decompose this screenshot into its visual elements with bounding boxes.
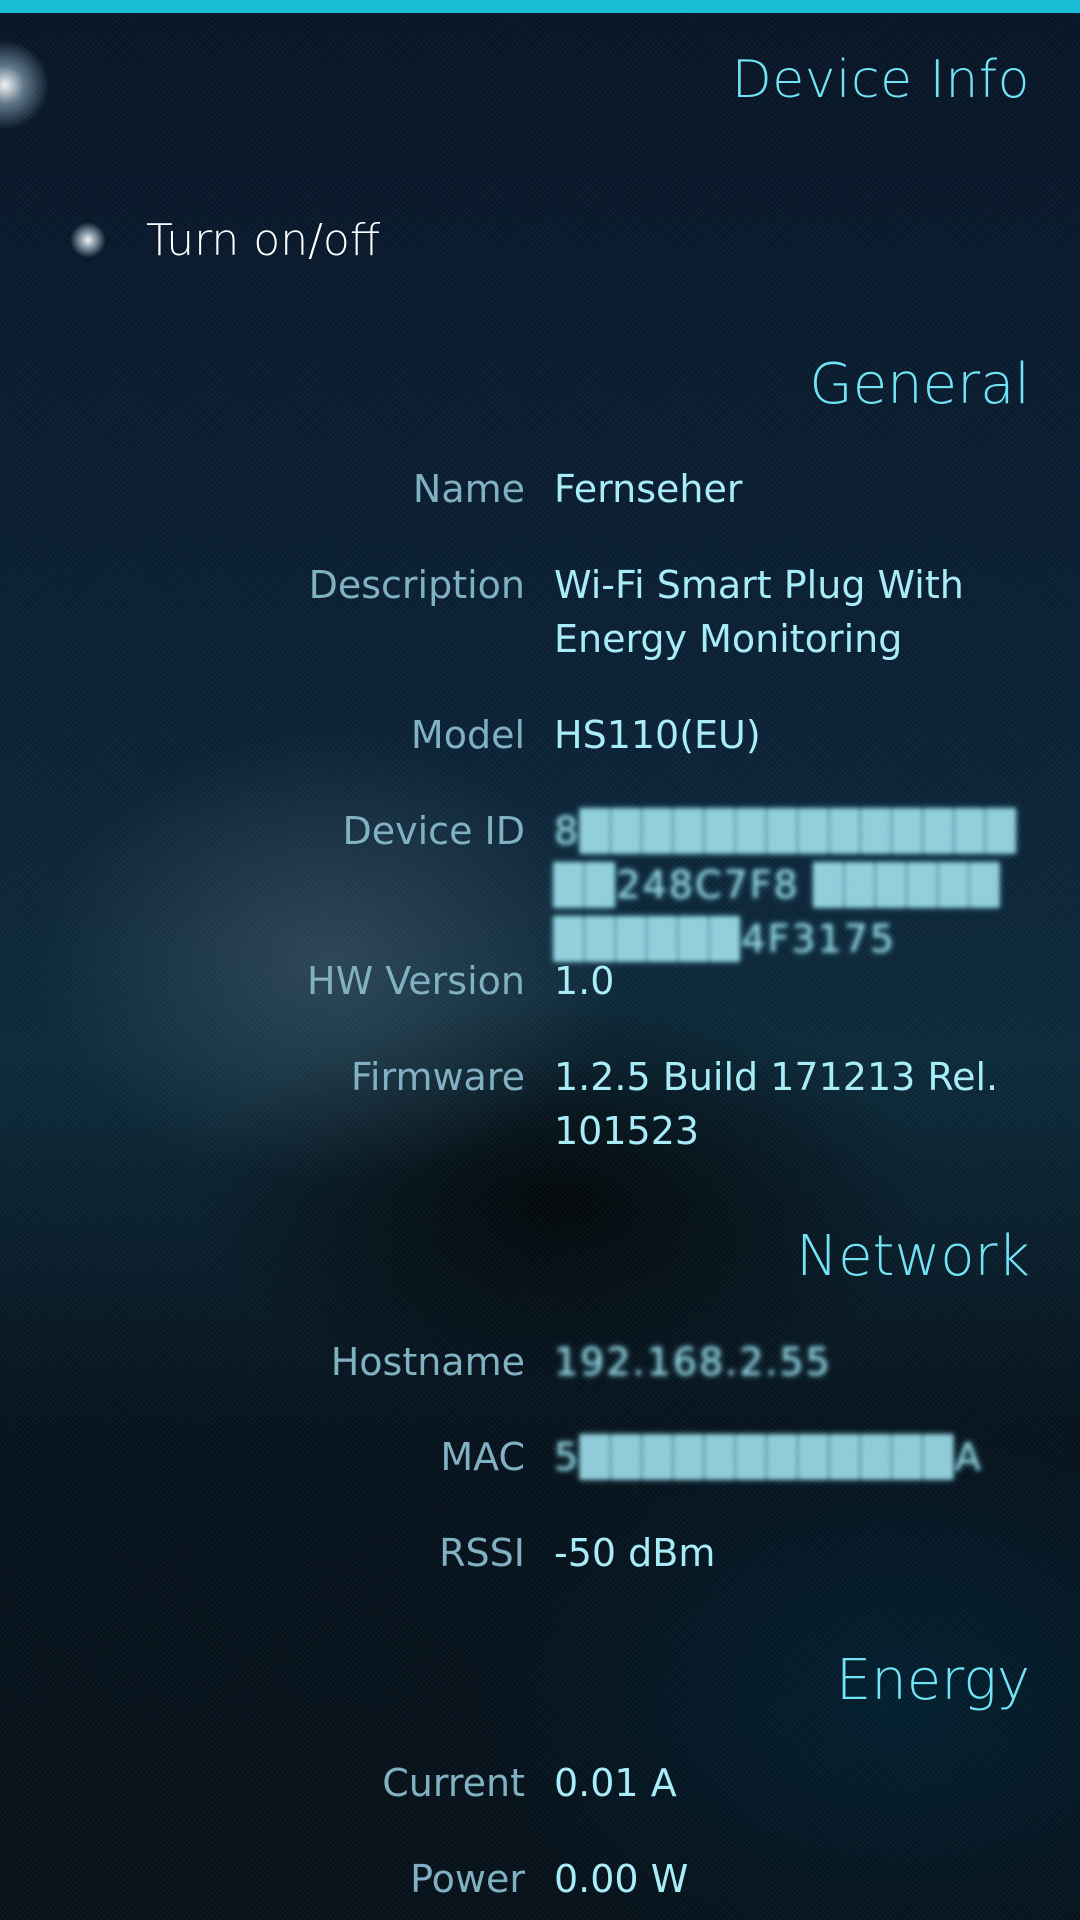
switch-indicator-icon [70, 222, 106, 258]
detail-value: 1.2.5 Build 171213 Rel. 101523 [554, 1055, 999, 1153]
top-accent-bar [0, 0, 1080, 13]
power-switch[interactable]: Turn on/off [70, 205, 380, 275]
detail-label: Current [382, 1761, 525, 1805]
detail-label: Device ID [342, 809, 525, 853]
detail-label: Model [410, 713, 525, 757]
detail-label: RSSI [439, 1531, 525, 1575]
detail-value: 0.00 W [554, 1857, 689, 1901]
section-general-title: General [809, 352, 1030, 417]
detail-value-redacted: 8████████████████248C7F8 ████████████4F3… [554, 809, 1018, 961]
detail-value: Wi-Fi Smart Plug With Energy Monitoring [554, 563, 964, 661]
detail-value-redacted: 5████████████A [554, 1435, 983, 1479]
section-network-title: Network [796, 1224, 1030, 1289]
detail-label: Name [412, 467, 525, 511]
detail-label: Description [308, 563, 525, 607]
detail-value: Fernseher [554, 467, 743, 511]
detail-value: 1.0 [554, 959, 615, 1003]
pulley-menu-indicator [0, 40, 50, 130]
detail-value: -50 dBm [554, 1531, 716, 1575]
detail-label: Hostname [330, 1340, 525, 1384]
detail-label: MAC [440, 1435, 525, 1479]
detail-label: Power [410, 1857, 525, 1901]
detail-label: HW Version [307, 959, 525, 1003]
detail-value-redacted: 192.168.2.55 [554, 1340, 832, 1384]
switch-label: Turn on/off [146, 214, 381, 266]
detail-value: 0.01 A [554, 1761, 677, 1805]
page-title: Device Info [731, 50, 1030, 110]
detail-label: Firmware [350, 1055, 525, 1099]
detail-value: HS110(EU) [554, 713, 761, 757]
section-energy-title: Energy [835, 1648, 1030, 1713]
